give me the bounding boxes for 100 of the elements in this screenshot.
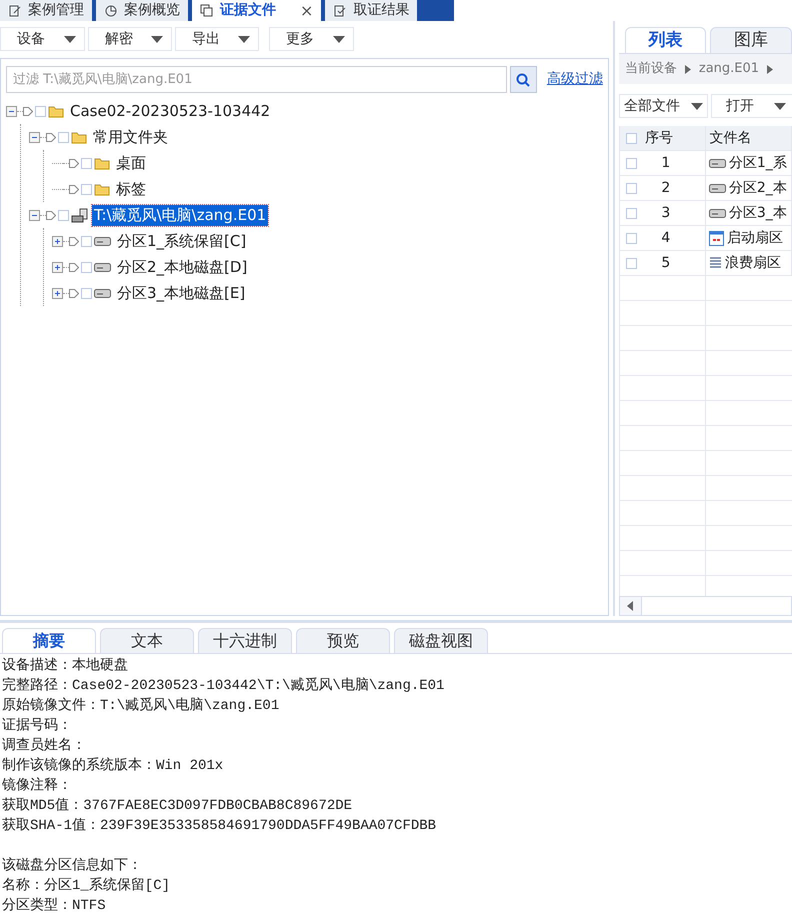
tab[interactable]: 磁盘视图 (394, 628, 488, 653)
tab[interactable]: 文本 (100, 628, 194, 653)
info-text: 获取SHA-1值：239F39E353358584691790DDA5FF49BAA07CFDBB (2, 816, 438, 836)
info-text: 该磁盘分区信息如下： (2, 856, 143, 876)
table-cell-text: 分区1_系 (728, 154, 787, 172)
dropdown-button[interactable]: 导出 (175, 27, 259, 51)
collapse-icon[interactable] (29, 132, 40, 142)
tag-icon (69, 262, 79, 272)
filter-field[interactable]: 过滤 T:\藏觅风\电脑\zang.E01 (6, 66, 507, 93)
tag-icon (69, 288, 79, 298)
tab[interactable]: 案例管理 (0, 0, 92, 21)
collapse-icon[interactable] (29, 210, 40, 220)
checkbox[interactable] (626, 158, 637, 168)
tab[interactable]: 案例概览 (96, 0, 188, 21)
drive-icon (94, 288, 111, 298)
folder-icon (48, 104, 64, 118)
table-cell-text: 1 (660, 154, 672, 172)
search-icon (516, 72, 530, 86)
drive-icon (708, 184, 726, 192)
info-text: 设备描述：本地硬盘 (2, 656, 129, 676)
expand-icon[interactable] (52, 236, 63, 246)
checkbox[interactable] (626, 232, 637, 244)
breadcrumb-item[interactable]: 当前设备 (624, 59, 677, 79)
column-header: 序号 (644, 128, 673, 148)
table-cell-text: 4 (660, 228, 672, 248)
dropdown-button[interactable]: 设备 (0, 27, 85, 51)
info-text: 调查员姓名： (2, 736, 87, 756)
table-cell-text: 2 (660, 178, 672, 198)
dropdown-button[interactable]: 解密 (88, 27, 172, 51)
info-text: 镜像注释： (2, 776, 73, 796)
search-button[interactable] (510, 66, 537, 93)
expand-icon[interactable] (52, 262, 63, 272)
folder-icon (71, 130, 87, 144)
tag-icon (23, 106, 33, 116)
scroll-left-icon[interactable] (627, 601, 634, 611)
info-text: 分区类型：NTFS (2, 896, 107, 916)
table-cell-text: 启动扇区 (726, 228, 783, 248)
tab[interactable]: 十六进制 (198, 628, 292, 653)
checkbox[interactable] (626, 208, 637, 218)
checkbox[interactable] (626, 132, 637, 144)
tag-icon (69, 184, 79, 194)
tab[interactable]: 图库 (710, 27, 792, 53)
caret-icon (774, 102, 786, 110)
window-icon (708, 230, 724, 246)
caret-icon (64, 36, 76, 42)
triangle-icon (767, 64, 774, 74)
checkbox[interactable] (626, 182, 637, 194)
tab[interactable]: 摘要 (2, 628, 96, 653)
table-cell-text: 5 (660, 254, 672, 272)
info-text: 制作该镜像的系统版本：Win 201x (2, 756, 224, 776)
tree-item[interactable]: Case02-20230523-103442 (68, 100, 272, 122)
checkbox[interactable] (626, 258, 637, 268)
info-text: 获取MD5值：3767FAE8EC3D097FDB0CBAB8C89672DE (2, 796, 354, 816)
checkbox[interactable] (81, 288, 92, 298)
tree-item[interactable]: 分区3_本地磁盘[E] (115, 282, 248, 304)
caret-icon (690, 102, 703, 110)
caret-icon (151, 36, 163, 42)
drive-icon (94, 262, 111, 272)
column-header: 文件名 (709, 128, 752, 148)
checkbox[interactable] (81, 158, 92, 168)
lines-icon (708, 256, 722, 270)
folder-icon (94, 182, 110, 196)
expand-icon[interactable] (52, 288, 63, 298)
tab[interactable]: 列表 (624, 27, 706, 53)
checkbox[interactable] (81, 236, 92, 246)
caret-icon (333, 36, 345, 42)
dropdown-button[interactable]: 全部文件 (618, 94, 708, 118)
edit-icon (8, 4, 22, 18)
copy-icon (200, 4, 214, 18)
table-cell-text: 浪费扇区 (724, 254, 781, 272)
checkbox[interactable] (81, 184, 92, 194)
advanced-filter-link[interactable]: 高级过滤 (546, 69, 603, 90)
checkbox[interactable] (58, 210, 69, 220)
checkbox[interactable] (58, 132, 69, 142)
close-button[interactable]: × (300, 0, 314, 21)
tag-icon (46, 132, 56, 142)
table-cell-text: 分区2_本 (728, 178, 787, 198)
collapse-icon[interactable] (6, 106, 17, 116)
tree-item[interactable]: 桌面 (114, 152, 148, 174)
tree-item[interactable]: 分区2_本地磁盘[D] (115, 256, 250, 278)
triangle-icon (684, 64, 691, 74)
folder-icon (94, 156, 110, 170)
tag-icon (69, 158, 79, 168)
table-cell-text: 3 (660, 204, 672, 222)
tree-item[interactable]: 分区1_系统保留[C] (115, 230, 248, 252)
dropdown-button[interactable]: 打开 (710, 94, 792, 118)
tree-item[interactable]: 常用文件夹 (91, 126, 170, 148)
tab[interactable]: 取证结果 (325, 0, 418, 21)
tree-item[interactable]: 标签 (114, 178, 148, 200)
info-text: 完整路径：Case02-20230523-103442\T:\臧觅风\电脑\zang.E01 (2, 676, 446, 696)
dropdown-button[interactable]: 更多 (269, 27, 354, 51)
breadcrumb-item[interactable]: zang.E01 (698, 59, 760, 79)
info-text: 原始镜像文件：T:\臧觅风\电脑\zang.E01 (2, 696, 280, 716)
computer-icon (71, 208, 88, 222)
tree-item[interactable]: T:\藏觅风\电脑\zang.E01 (92, 204, 268, 226)
tab[interactable]: 证据文件 × (192, 0, 322, 21)
checkbox[interactable] (81, 262, 92, 272)
checklist-icon (333, 4, 348, 18)
tab[interactable]: 预览 (296, 628, 390, 653)
checkbox[interactable] (35, 106, 46, 116)
